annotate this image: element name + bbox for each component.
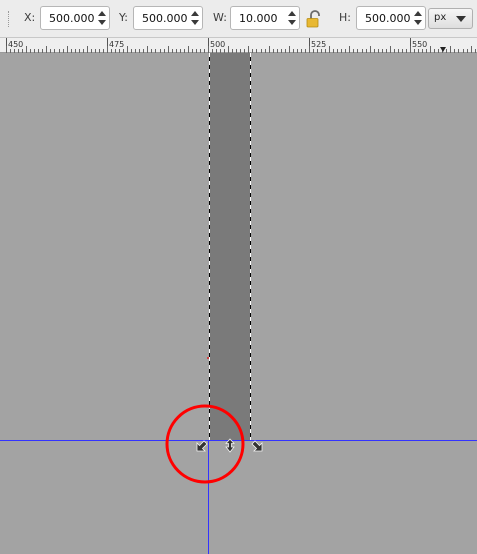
w-increment-icon[interactable]: [288, 11, 296, 16]
resize-diagonal-se-icon[interactable]: [251, 440, 263, 452]
ruler-label-450: 450: [8, 40, 24, 49]
toolbar-grip[interactable]: [8, 11, 11, 27]
w-value: 10.000: [239, 12, 278, 25]
canvas-drawing: [0, 53, 477, 554]
ruler-ticks: [6, 38, 476, 53]
y-field[interactable]: 500.000: [133, 6, 203, 30]
ruler-label-475: 475: [109, 40, 125, 49]
ruler-label-500: 500: [210, 40, 226, 49]
x-field[interactable]: 500.000: [40, 6, 110, 30]
y-value: 500.000: [142, 12, 188, 25]
y-spin-arrows[interactable]: [188, 7, 202, 29]
h-value: 500.000: [365, 12, 411, 25]
w-spin-arrows[interactable]: [285, 7, 299, 29]
w-field[interactable]: 10.000: [230, 6, 300, 30]
y-increment-icon[interactable]: [191, 11, 199, 16]
w-label: W:: [213, 11, 227, 24]
origin-marker: [207, 357, 209, 359]
image-canvas[interactable]: [0, 53, 477, 554]
x-increment-icon[interactable]: [98, 11, 106, 16]
w-decrement-icon[interactable]: [288, 20, 296, 25]
h-field[interactable]: 500.000: [356, 6, 426, 30]
unit-value: px: [434, 12, 447, 23]
ruler-label-525: 525: [311, 40, 327, 49]
x-label: X:: [24, 11, 36, 24]
pointer-marker-icon: [440, 47, 446, 52]
resize-diagonal-sw-icon[interactable]: [196, 440, 208, 452]
h-increment-icon[interactable]: [414, 11, 422, 16]
h-label: H:: [339, 11, 351, 24]
h-decrement-icon[interactable]: [414, 20, 422, 25]
selection-rectangle[interactable]: [209, 53, 250, 440]
tool-options-bar: X: 500.000 Y: 500.000 W: 10.000 H: 500.0…: [0, 0, 477, 38]
ruler-label-550: 550: [412, 40, 428, 49]
chevron-down-icon: [456, 16, 466, 22]
y-decrement-icon[interactable]: [191, 20, 199, 25]
x-spin-arrows[interactable]: [95, 7, 109, 29]
chain-lock-icon[interactable]: [306, 10, 322, 28]
h-spin-arrows[interactable]: [411, 7, 425, 29]
unit-dropdown[interactable]: px: [428, 8, 473, 29]
x-decrement-icon[interactable]: [98, 20, 106, 25]
horizontal-ruler[interactable]: 450 475 500 525 550: [0, 38, 477, 53]
y-label: Y:: [119, 11, 128, 24]
x-value: 500.000: [49, 12, 95, 25]
